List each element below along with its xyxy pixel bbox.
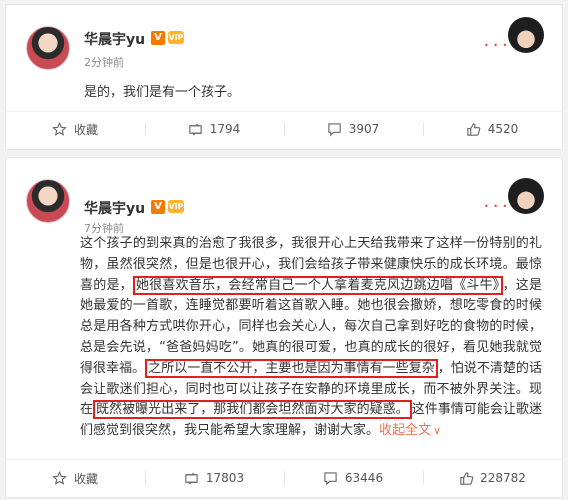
highlighted-text: 之所以一直不公开，主要也是因为事情有一些复杂 — [145, 358, 438, 378]
avatar[interactable] — [26, 26, 70, 70]
separator — [423, 471, 424, 485]
favorite-button[interactable]: 收藏 — [6, 463, 144, 493]
separator — [145, 471, 146, 485]
comment-count: 3907 — [348, 122, 380, 136]
collapse-link[interactable]: 收起全文 ∨ — [379, 423, 441, 438]
member-crown-icon: VIP — [168, 200, 184, 213]
decoration-dots: • • • — [484, 41, 509, 50]
like-button[interactable]: 4520 — [423, 114, 561, 144]
like-icon — [466, 121, 482, 137]
highlighted-text: 既然被曝光出来了，那我们都会坦然面对大家的疑惑。 — [93, 400, 412, 420]
divider — [6, 111, 562, 112]
card-decoration: • • • — [482, 176, 548, 220]
post-text: 是的，我们是有一个孩子。 — [84, 85, 241, 100]
username[interactable]: 华晨宇yu — [84, 29, 145, 49]
star-icon — [52, 121, 68, 137]
favorite-label: 收藏 — [73, 122, 98, 137]
portrait-decoration — [508, 178, 544, 214]
separator — [284, 122, 285, 136]
separator — [145, 122, 146, 136]
comment-icon — [323, 470, 339, 486]
repost-icon — [188, 121, 204, 137]
comment-icon — [327, 121, 343, 137]
post-time[interactable]: 2分钟前 — [84, 54, 124, 70]
like-button[interactable]: 228782 — [423, 463, 561, 493]
collapse-label: 收起全文 — [379, 423, 432, 439]
member-crown-icon: VIP — [168, 31, 184, 44]
comment-count: 63446 — [344, 471, 384, 485]
repost-button[interactable]: 17803 — [145, 463, 283, 493]
post-card-2: 华晨宇yu V VIP 7分钟前 • • • 这个孩子的到来真的治愈了我很多，我… — [5, 157, 563, 498]
decoration-dots: • • • — [484, 202, 509, 211]
portrait-decoration — [508, 17, 544, 53]
card-decoration: • • • — [482, 15, 548, 59]
divider — [6, 459, 562, 460]
repost-count: 17803 — [205, 471, 245, 485]
action-bar: 收藏 1794 3907 4520 — [6, 114, 562, 144]
favorite-button[interactable]: 收藏 — [6, 114, 144, 144]
separator — [284, 471, 285, 485]
repost-icon — [184, 470, 200, 486]
repost-button[interactable]: 1794 — [145, 114, 283, 144]
post-card-1: 华晨宇yu V VIP 2分钟前 • • • 是的，我们是有一个孩子。 收藏 1… — [5, 4, 563, 150]
star-icon — [52, 470, 68, 486]
action-bar: 收藏 17803 63446 228782 — [6, 463, 562, 493]
username[interactable]: 华晨宇yu — [84, 198, 145, 218]
repost-count: 1794 — [209, 122, 241, 136]
avatar[interactable] — [26, 179, 70, 223]
like-count: 4520 — [487, 122, 519, 136]
like-count: 228782 — [480, 471, 526, 485]
post-body: 这个孩子的到来真的治愈了我很多，我很开心上天给我带来了这样一份特别的礼物，虽然很… — [80, 234, 542, 442]
verified-badge-icon: V — [151, 200, 165, 214]
like-icon — [458, 470, 474, 486]
chevron-up-icon: ∨ — [433, 424, 442, 438]
verified-badge-icon: V — [151, 31, 165, 45]
favorite-label: 收藏 — [73, 471, 98, 486]
comment-button[interactable]: 3907 — [284, 114, 422, 144]
separator — [423, 122, 424, 136]
highlighted-text: 她很喜欢音乐，会经常自己一个人拿着麦克风边跳边唱《斗牛》 — [132, 275, 503, 295]
comment-button[interactable]: 63446 — [284, 463, 422, 493]
